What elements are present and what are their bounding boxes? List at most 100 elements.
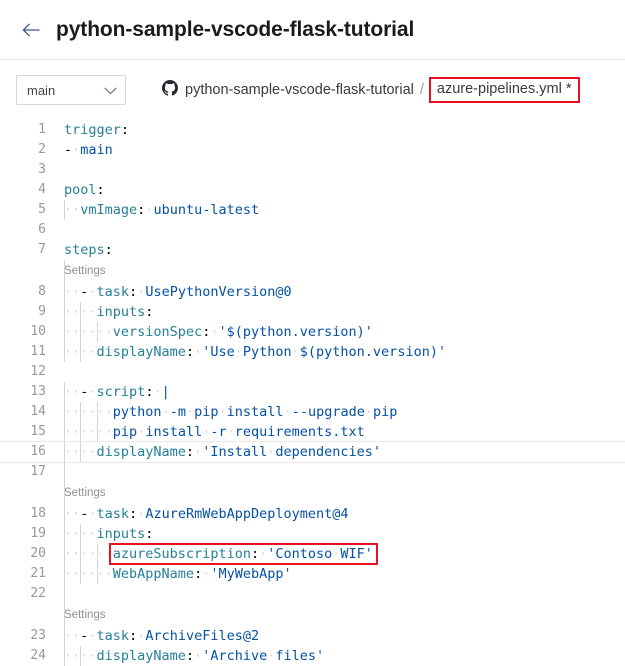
- github-icon: [162, 80, 178, 100]
- indent-guide: [80, 544, 81, 564]
- codelens-settings-link[interactable]: Settings: [46, 261, 106, 281]
- code-line[interactable]: 15······pip·install·-r·requirements.txt: [0, 422, 625, 442]
- indent-guide: [80, 422, 81, 442]
- line-number: 15: [0, 422, 46, 442]
- line-number: 20: [0, 544, 46, 564]
- code-line[interactable]: 3: [0, 160, 625, 180]
- code-line[interactable]: 7steps:: [0, 240, 625, 260]
- indent-guide: [80, 402, 81, 422]
- line-content: ······azureSubscription:·'Contoso·WIF': [46, 544, 625, 564]
- indent-guide: [64, 342, 65, 362]
- code-line[interactable]: 5··vmImage:·ubuntu-latest: [0, 200, 625, 220]
- code-line[interactable]: 20······azureSubscription:·'Contoso·WIF': [0, 544, 625, 564]
- line-content: steps:: [46, 240, 625, 260]
- code-line[interactable]: 24····displayName:·'Archive·files': [0, 646, 625, 666]
- indent-guide: [64, 200, 65, 220]
- indent-guide: [64, 504, 65, 524]
- breadcrumb-separator: /: [420, 82, 424, 98]
- indent-guide: [80, 646, 81, 666]
- line-number: 8: [0, 282, 46, 302]
- code-line[interactable]: 19····inputs:: [0, 524, 625, 544]
- line-number: 22: [0, 584, 46, 604]
- line-content: -·main: [46, 140, 625, 160]
- line-number: 23: [0, 626, 46, 646]
- code-line[interactable]: 10······versionSpec:·'$(python.version)': [0, 322, 625, 342]
- code-line[interactable]: 22: [0, 584, 625, 604]
- code-line[interactable]: 23··-·task:·ArchiveFiles@2: [0, 626, 625, 646]
- line-number: 1: [0, 120, 46, 140]
- line-content: ··-·task:·AzureRmWebAppDeployment@4: [46, 504, 625, 524]
- code-line[interactable]: 21······WebAppName:·'MyWebApp': [0, 564, 625, 584]
- line-content: ····inputs:: [46, 302, 625, 322]
- code-line[interactable]: 18··-·task:·AzureRmWebAppDeployment@4: [0, 504, 625, 524]
- codelens-row: Settings: [0, 260, 625, 282]
- line-content: ··-·task:·ArchiveFiles@2: [46, 626, 625, 646]
- indent-guide: [64, 604, 65, 626]
- line-number: 3: [0, 160, 46, 180]
- line-number: 24: [0, 646, 46, 666]
- indent-guide: [97, 322, 98, 342]
- line-number: 18: [0, 504, 46, 524]
- page-title: python-sample-vscode-flask-tutorial: [56, 18, 414, 42]
- line-content: ····displayName:·'Archive·files': [46, 646, 625, 666]
- code-line[interactable]: 11····displayName:·'Use·Python·$(python.…: [0, 342, 625, 362]
- line-number: 16: [0, 442, 46, 462]
- line-content: ··-·script:·|: [46, 382, 625, 402]
- indent-guide: [80, 302, 81, 322]
- codelens-settings-link[interactable]: Settings: [46, 605, 106, 625]
- code-line[interactable]: 14······python·-m·pip·install·--upgrade·…: [0, 402, 625, 422]
- indent-guide: [80, 442, 81, 462]
- line-number: 6: [0, 220, 46, 240]
- line-number: 4: [0, 180, 46, 200]
- line-content: ······versionSpec:·'$(python.version)': [46, 322, 625, 342]
- code-line[interactable]: 1trigger:: [0, 120, 625, 140]
- line-content: ··vmImage:·ubuntu-latest: [46, 200, 625, 220]
- line-number: 19: [0, 524, 46, 544]
- line-number: 2: [0, 140, 46, 160]
- code-line[interactable]: 6: [0, 220, 625, 240]
- line-number: 14: [0, 402, 46, 422]
- yaml-editor[interactable]: 1trigger:2-·main34pool:5··vmImage:·ubunt…: [0, 120, 625, 666]
- indent-guide: [80, 342, 81, 362]
- line-number: 13: [0, 382, 46, 402]
- code-line[interactable]: 16····displayName:·'Install·dependencies…: [0, 441, 625, 463]
- codelens-settings-link[interactable]: Settings: [46, 483, 106, 503]
- line-number: 5: [0, 200, 46, 220]
- indent-guide: [64, 422, 65, 442]
- indent-guide: [80, 564, 81, 584]
- line-content: ······python·-m·pip·install·--upgrade·pi…: [46, 402, 625, 422]
- code-line[interactable]: 9····inputs:: [0, 302, 625, 322]
- back-arrow-icon[interactable]: [16, 15, 46, 45]
- indent-guide: [64, 626, 65, 646]
- indent-guide: [64, 442, 65, 462]
- line-content: ····inputs:: [46, 524, 625, 544]
- line-number: 7: [0, 240, 46, 260]
- indent-guide: [64, 260, 65, 282]
- indent-guide: [64, 402, 65, 422]
- codelens-row: Settings: [0, 604, 625, 626]
- code-line[interactable]: 17: [0, 462, 625, 482]
- code-line[interactable]: 4pool:: [0, 180, 625, 200]
- line-number: 10: [0, 322, 46, 342]
- indent-guide: [64, 322, 65, 342]
- indent-guide: [64, 584, 65, 604]
- page-header: python-sample-vscode-flask-tutorial: [0, 0, 625, 60]
- code-line[interactable]: 12: [0, 362, 625, 382]
- code-line[interactable]: 2-·main: [0, 140, 625, 160]
- line-content: pool:: [46, 180, 625, 200]
- line-content: trigger:: [46, 120, 625, 140]
- indent-guide: [80, 524, 81, 544]
- branch-selector[interactable]: main: [16, 75, 126, 105]
- line-content: ······WebAppName:·'MyWebApp': [46, 564, 625, 584]
- indent-guide: [97, 564, 98, 584]
- indent-guide: [97, 422, 98, 442]
- indent-guide: [64, 462, 65, 482]
- indent-guide: [97, 402, 98, 422]
- code-line[interactable]: 8··-·task:·UsePythonVersion@0: [0, 282, 625, 302]
- indent-guide: [64, 524, 65, 544]
- breadcrumb-repo[interactable]: python-sample-vscode-flask-tutorial: [185, 82, 414, 98]
- line-content: ··-·task:·UsePythonVersion@0: [46, 282, 625, 302]
- code-line[interactable]: 13··-·script:·|: [0, 382, 625, 402]
- breadcrumb-file[interactable]: azure-pipelines.yml *: [437, 81, 572, 97]
- breadcrumb-file-highlight: azure-pipelines.yml *: [429, 77, 580, 102]
